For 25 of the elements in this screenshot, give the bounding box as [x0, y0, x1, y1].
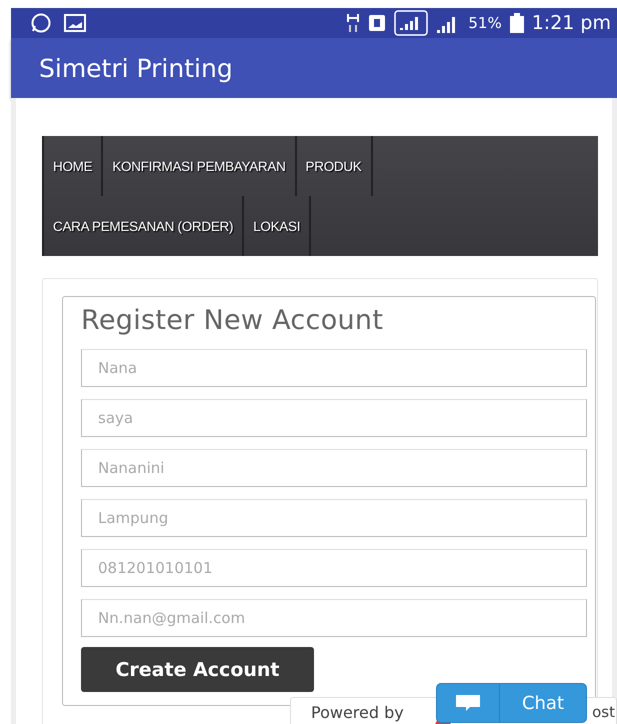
chat-bubble-icon: [454, 693, 482, 713]
signal-icon: [394, 10, 428, 36]
brand-text: ost: [592, 703, 615, 721]
nav-link[interactable]: PRODUK: [296, 136, 373, 196]
input-field[interactable]: saya: [81, 399, 587, 437]
create-account-button[interactable]: Create Account: [81, 647, 314, 692]
nav-link[interactable]: LOKASI: [244, 196, 312, 256]
input-field[interactable]: Lampung: [81, 499, 587, 537]
nav-link[interactable]: HOME: [42, 136, 104, 196]
chat-bubble-icon: [29, 12, 53, 34]
clock-time: 1:21 pm: [532, 12, 611, 34]
nav-link[interactable]: CARA PEMESANAN (ORDER): [42, 196, 244, 256]
input-field[interactable]: 081201010101: [81, 549, 587, 587]
sim-card-icon: [367, 13, 388, 33]
battery-icon: [508, 12, 525, 34]
app-title: Simetri Printing: [39, 54, 233, 82]
battery-percent: 51%: [468, 14, 502, 32]
chat-button[interactable]: Chat: [436, 683, 587, 723]
form-title: Register New Account: [81, 305, 384, 336]
nav-link[interactable]: KONFIRMASI PEMBAYARAN: [103, 136, 297, 196]
powered-by-text: Powered by: [311, 702, 404, 722]
input-field[interactable]: Nananini: [81, 449, 587, 487]
image-icon: [63, 13, 87, 33]
input-field[interactable]: Nn.nan@gmail.com: [81, 599, 587, 637]
input-field[interactable]: Nana: [81, 349, 587, 387]
